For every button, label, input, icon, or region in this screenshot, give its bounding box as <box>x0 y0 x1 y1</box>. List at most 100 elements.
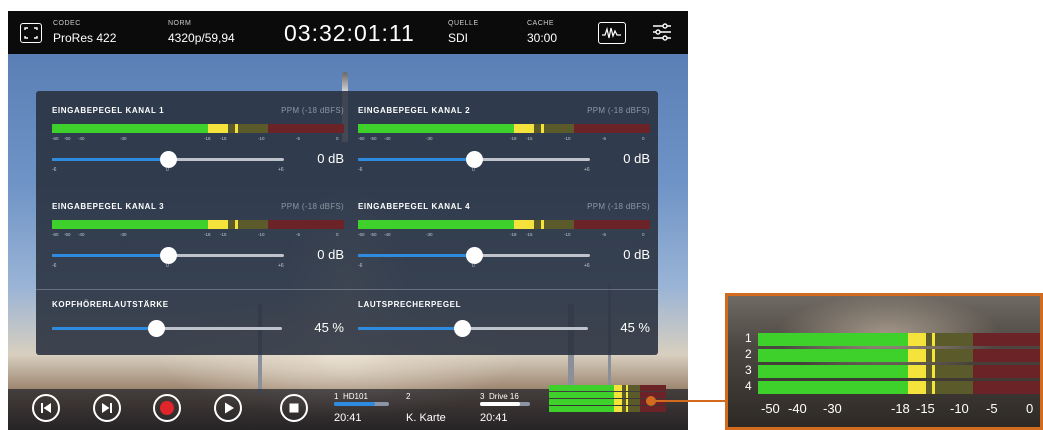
slider-min: -6 <box>52 263 57 269</box>
skip-back-button[interactable] <box>32 394 60 422</box>
media-slot-2[interactable]: 2 K. Karte <box>406 389 466 430</box>
tick: -50 <box>64 136 71 141</box>
tick: -18 <box>204 232 211 237</box>
stop-icon <box>289 403 299 413</box>
tick: -60 <box>52 232 59 237</box>
tick: -18 <box>204 136 211 141</box>
tick: -50 <box>64 232 71 237</box>
tick: -50 <box>370 136 377 141</box>
meter-ticks: -60 -50 -40 -30 -18 -15 -10 -5 0 <box>52 232 344 240</box>
source-value[interactable]: SDI <box>448 31 468 45</box>
slider-min: -6 <box>52 167 57 173</box>
stop-button[interactable] <box>280 394 308 422</box>
tick: -10 <box>564 136 571 141</box>
headphone-value: 45 % <box>314 320 344 335</box>
row-label: 3 <box>745 363 752 377</box>
channel-title: EINGABEPEGEL KANAL 2 <box>358 106 471 115</box>
zoom-tick: -10 <box>950 401 969 416</box>
record-icon <box>160 401 174 415</box>
speaker-value: 45 % <box>620 320 650 335</box>
tick: -5 <box>602 136 607 141</box>
zoom-meter-row <box>758 381 1040 394</box>
gain-value: 0 dB <box>317 247 344 262</box>
tick: 0 <box>336 136 339 141</box>
slider-max: +6 <box>584 167 590 173</box>
timecode[interactable]: 03:32:01:11 <box>284 20 415 47</box>
slider-knob[interactable] <box>147 320 165 337</box>
cache-value[interactable]: 30:00 <box>527 31 557 45</box>
slot-number: 2 <box>406 392 411 401</box>
gain-value: 0 dB <box>623 247 650 262</box>
zoom-tick: -18 <box>891 401 910 416</box>
status-bar: CODEC ProRes 422 NORM 4320p/59,94 03:32:… <box>8 11 688 54</box>
media-fill-bar <box>334 402 389 406</box>
slider-knob[interactable] <box>466 151 483 168</box>
tick: 0 <box>336 232 339 237</box>
tick: -50 <box>370 232 377 237</box>
slider-knob[interactable] <box>453 320 471 337</box>
tick: -5 <box>296 232 301 237</box>
slot-name: HD101 <box>343 392 368 401</box>
fullscreen-icon[interactable] <box>20 23 42 43</box>
norm-value[interactable]: 4320p/59,94 <box>168 31 235 45</box>
skip-forward-icon <box>102 403 112 413</box>
tick: -15 <box>220 136 227 141</box>
ppm-label: PPM (-18 dBFS) <box>281 202 344 211</box>
monitor-screen: CODEC ProRes 422 NORM 4320p/59,94 03:32:… <box>8 11 688 430</box>
zoom-tick: -15 <box>916 401 935 416</box>
row-label: 2 <box>745 347 752 361</box>
row-label: 1 <box>745 331 752 345</box>
tick: -10 <box>564 232 571 237</box>
tick: -18 <box>510 136 517 141</box>
zoom-tick: -5 <box>986 401 998 416</box>
media-slot-3[interactable]: 3 Drive 16 20:41 <box>480 389 540 430</box>
slot-number: 1 <box>334 392 339 401</box>
tick: -40 <box>78 136 85 141</box>
gain-slider[interactable] <box>52 151 284 168</box>
zoom-tick: -50 <box>761 401 780 416</box>
slider-min: -6 <box>358 263 363 269</box>
gain-slider[interactable] <box>358 247 590 264</box>
media-fill-bar <box>480 402 530 406</box>
tick: -5 <box>602 232 607 237</box>
speaker-block: LAUTSPRECHERPEGEL 45 % <box>358 300 650 350</box>
callout-line <box>652 400 728 402</box>
level-meter <box>52 124 344 133</box>
slider-knob[interactable] <box>160 247 177 264</box>
slot-status: K. Karte <box>406 412 446 424</box>
gain-slider[interactable] <box>358 151 590 168</box>
tick: -40 <box>384 232 391 237</box>
mini-meter-row <box>549 385 666 391</box>
settings-sliders-icon[interactable] <box>651 22 673 42</box>
slider-zero: 0 <box>166 167 169 173</box>
skip-forward-button[interactable] <box>93 394 121 422</box>
tick: -40 <box>384 136 391 141</box>
play-button[interactable] <box>214 394 242 422</box>
zoom-tick: -40 <box>788 401 807 416</box>
channel-4-block: EINGABEPEGEL KANAL 4 PPM (-18 dBFS) -60 … <box>358 202 650 302</box>
slider-zero: 0 <box>166 263 169 269</box>
slider-zero: 0 <box>472 263 475 269</box>
tick: -40 <box>78 232 85 237</box>
media-slot-1[interactable]: 1 HD101 20:41 <box>334 389 394 430</box>
headphone-block: KOPFHÖRERLAUTSTÄRKE 45 % <box>52 300 344 350</box>
level-meter <box>358 124 650 133</box>
slot-time: 20:41 <box>334 412 362 424</box>
meter-ticks: -60 -50 -40 -30 -18 -15 -10 -5 0 <box>358 136 650 144</box>
channel-title: EINGABEPEGEL KANAL 1 <box>52 106 165 115</box>
channel-title: EINGABEPEGEL KANAL 4 <box>358 202 471 211</box>
gain-slider[interactable] <box>52 247 284 264</box>
headphone-slider[interactable] <box>52 320 282 337</box>
waveform-icon[interactable] <box>598 22 626 44</box>
norm-caption: NORM <box>168 20 192 27</box>
codec-value[interactable]: ProRes 422 <box>53 31 116 45</box>
slot-time: 20:41 <box>480 412 508 424</box>
panel-divider <box>36 289 658 290</box>
slider-knob[interactable] <box>466 247 483 264</box>
slider-min: -6 <box>358 167 363 173</box>
zoom-tick: 0 <box>1026 401 1034 416</box>
slider-knob[interactable] <box>160 151 177 168</box>
record-button[interactable] <box>153 394 181 422</box>
gain-value: 0 dB <box>317 151 344 166</box>
speaker-slider[interactable] <box>358 320 588 337</box>
